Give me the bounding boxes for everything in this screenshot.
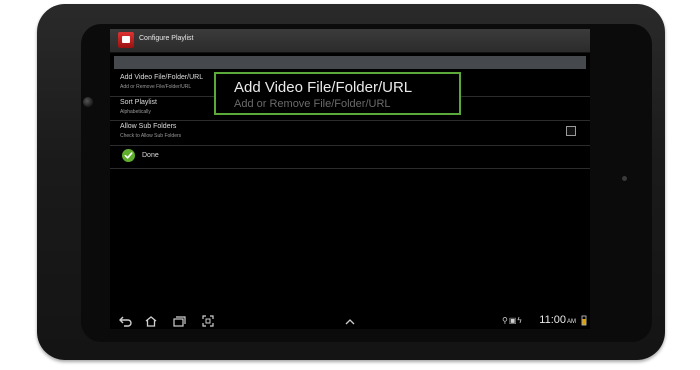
clock: 11:00AM (539, 314, 576, 326)
back-icon[interactable] (118, 314, 132, 332)
callout-title: Add Video File/Folder/URL (234, 79, 413, 96)
app-icon (118, 32, 134, 48)
menu-item-sub: Add or Remove File/Folder/URL (120, 84, 192, 90)
highlight-callout: Add Video File/Folder/URL Add or Remove … (214, 72, 461, 115)
menu-item-allow-sub-folders[interactable]: Allow Sub Folders Check to Allow Sub Fol… (110, 121, 590, 146)
menu-item-label: Add Video File/Folder/URL (120, 74, 204, 81)
battery-icon (581, 313, 587, 326)
home-icon[interactable] (144, 314, 158, 332)
chevron-up-icon[interactable] (344, 314, 356, 332)
header-strip (114, 56, 586, 69)
done-label: Done (142, 152, 159, 159)
system-navbar: ⚲▣ϟ 11:00AM (110, 311, 590, 329)
checkmark-icon (122, 149, 135, 162)
allow-sub-folders-checkbox[interactable] (566, 126, 576, 136)
title-bar: Configure Playlist (110, 29, 590, 53)
recent-apps-icon[interactable] (172, 314, 186, 332)
notification-icons: ⚲▣ϟ (502, 316, 523, 325)
menu-item-label: Sort Playlist (120, 99, 157, 106)
sensor-dot (622, 176, 627, 181)
front-camera (83, 97, 93, 107)
menu-item-sub: Check to Allow Sub Folders (120, 133, 182, 139)
screenshot-icon[interactable] (202, 314, 214, 332)
clock-ampm: AM (567, 319, 576, 325)
menu-item-done[interactable]: Done (110, 146, 590, 169)
menu-item-label: Allow Sub Folders (120, 123, 177, 130)
app-title: Configure Playlist (139, 35, 194, 42)
menu-item-sub: Alphabetically (120, 109, 151, 115)
callout-subtitle: Add or Remove File/Folder/URL (234, 98, 391, 110)
clock-time: 11:00 (539, 314, 566, 326)
